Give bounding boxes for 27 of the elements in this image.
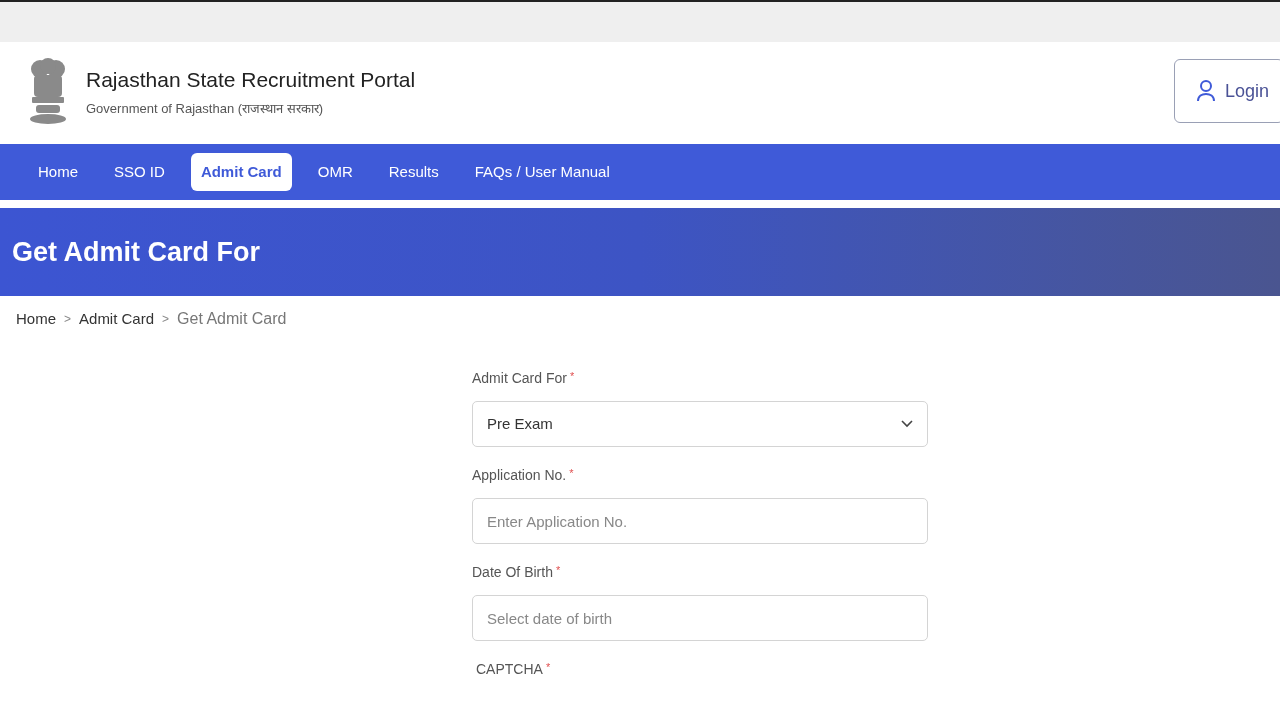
portal-subtitle: Government of Rajasthan (राजस्थान सरकार)	[86, 100, 325, 118]
login-button[interactable]: Login	[1174, 59, 1280, 123]
nav-tab[interactable]: FAQs / User Manual	[464, 152, 620, 192]
nav-tab[interactable]: Home	[28, 152, 88, 192]
field-label: Admit Card For	[472, 369, 567, 388]
input-field[interactable]: Select date of birth	[472, 595, 928, 641]
nav-tab[interactable]: Admit Card	[190, 152, 292, 192]
required-mark: *	[545, 660, 551, 675]
exam-select[interactable]: Pre Exam	[472, 401, 928, 447]
required-mark: *	[569, 466, 574, 481]
field-label: Date Of Birth	[472, 563, 553, 582]
nav-tab[interactable]: SSO ID	[104, 152, 175, 192]
required-mark: *	[555, 563, 561, 578]
chevron-down-icon	[901, 420, 913, 428]
field-label: Application No.	[472, 466, 567, 485]
nav-tab[interactable]: Results	[378, 152, 449, 192]
breadcrumb-link[interactable]: Admit Card	[79, 307, 155, 331]
portal-title: Rajasthan State Recruitment Portal	[86, 66, 416, 93]
breadcrumb-link[interactable]: Home	[16, 307, 56, 331]
field-label: CAPTCHA	[476, 660, 543, 679]
input-field[interactable]: Enter Application No.	[472, 498, 928, 544]
required-mark: *	[569, 369, 575, 384]
breadcrumb-separator: >	[162, 311, 170, 328]
user-icon	[1197, 80, 1215, 102]
banner-title: Get Admit Card For	[12, 235, 260, 269]
breadcrumb-separator: >	[64, 311, 72, 328]
nav-tab[interactable]: OMR	[307, 152, 363, 192]
